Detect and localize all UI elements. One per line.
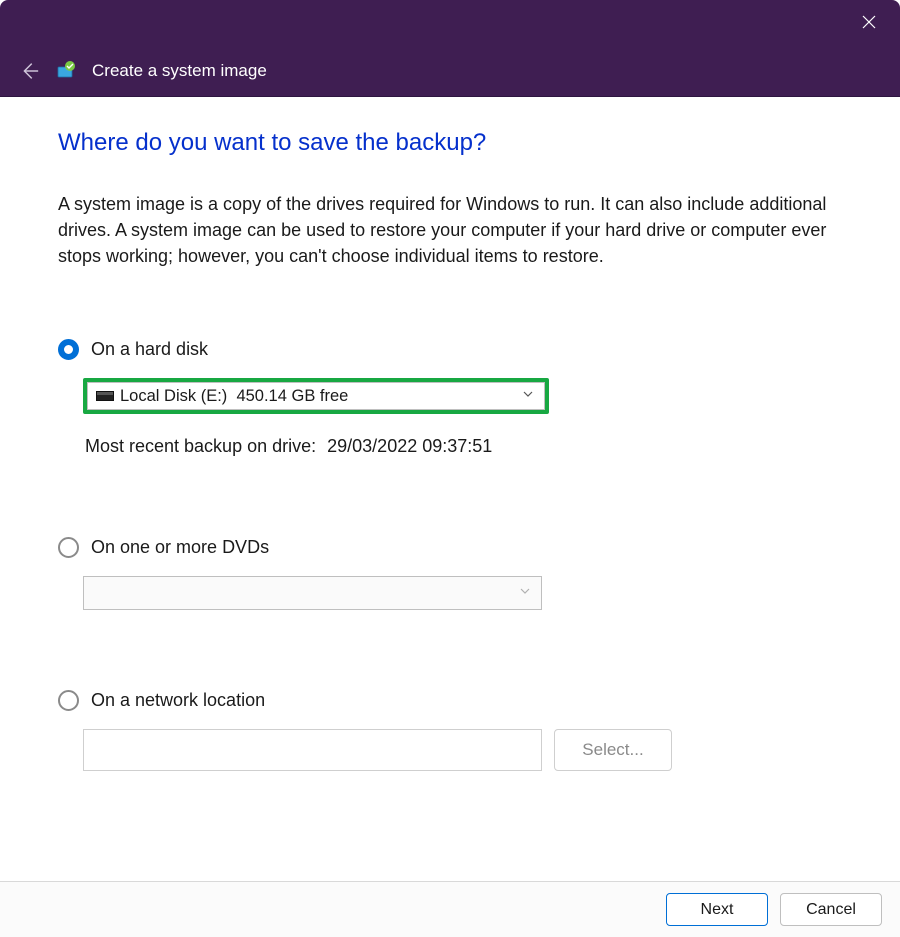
network-path-input[interactable] [83, 729, 542, 771]
drive-icon [96, 391, 114, 401]
radio-dvd[interactable] [58, 537, 79, 558]
next-button[interactable]: Next [666, 893, 768, 926]
window-title: Create a system image [92, 61, 267, 81]
page-heading: Where do you want to save the backup? [58, 129, 842, 157]
radio-hard-disk[interactable] [58, 339, 79, 360]
drive-combo-highlight: Local Disk (E:) 450.14 GB free [83, 378, 549, 414]
chevron-down-icon [519, 584, 531, 602]
footer-bar: Next Cancel [0, 881, 900, 937]
drive-combobox[interactable]: Local Disk (E:) 450.14 GB free [87, 382, 545, 410]
dvd-combobox[interactable] [83, 576, 542, 610]
radio-row-network[interactable]: On a network location [58, 690, 842, 711]
option-network: On a network location Select... [58, 690, 842, 771]
radio-label-hard-disk: On a hard disk [91, 339, 208, 360]
radio-label-dvd: On one or more DVDs [91, 537, 269, 558]
page-description: A system image is a copy of the drives r… [58, 191, 838, 269]
option-dvd: On one or more DVDs [58, 537, 842, 610]
recent-backup-label: Most recent backup on drive: [85, 436, 316, 456]
chevron-down-icon [522, 387, 534, 405]
back-arrow-icon[interactable] [18, 60, 40, 82]
recent-backup-value: 29/03/2022 09:37:51 [327, 436, 492, 456]
drive-combo-value: Local Disk (E:) 450.14 GB free [120, 387, 348, 406]
option-hard-disk: On a hard disk Local Disk (E:) 450.14 GB… [58, 339, 842, 457]
select-network-button[interactable]: Select... [554, 729, 672, 771]
header-bar: Create a system image [0, 45, 900, 97]
recent-backup-row: Most recent backup on drive: 29/03/2022 … [85, 436, 842, 457]
radio-label-network: On a network location [91, 690, 265, 711]
titlebar [0, 0, 900, 45]
radio-row-dvd[interactable]: On one or more DVDs [58, 537, 842, 558]
content-area: Where do you want to save the backup? A … [0, 97, 900, 881]
system-image-icon [56, 61, 76, 81]
radio-row-hard-disk[interactable]: On a hard disk [58, 339, 842, 360]
close-icon[interactable] [856, 8, 882, 38]
radio-network[interactable] [58, 690, 79, 711]
cancel-button[interactable]: Cancel [780, 893, 882, 926]
